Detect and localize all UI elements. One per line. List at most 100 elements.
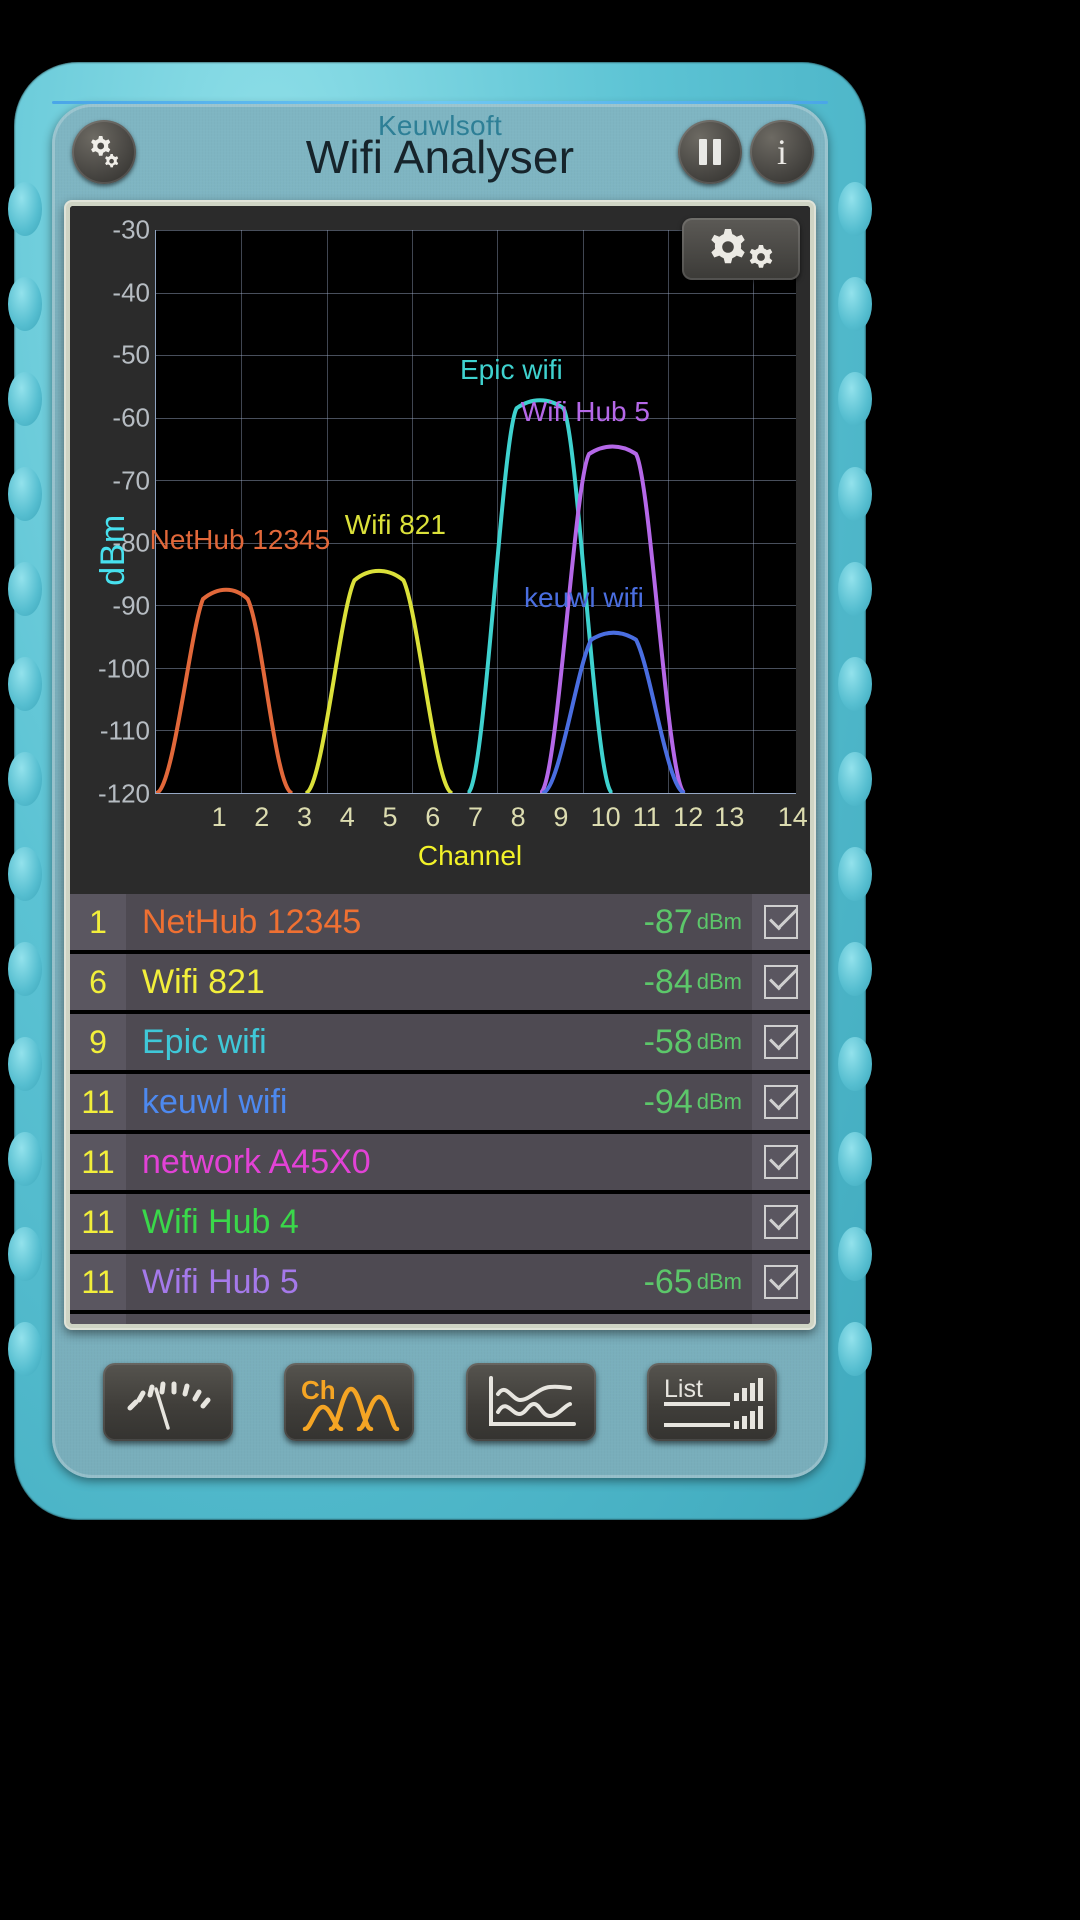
row-ssid: Wifi 821	[142, 962, 265, 1001]
x-tick-label: 8	[510, 802, 526, 832]
row-enable-checkbox[interactable]	[752, 1194, 810, 1250]
row-enable-checkbox[interactable]	[752, 1014, 810, 1070]
row-enable-checkbox[interactable]	[752, 1314, 810, 1324]
table-row[interactable]: 11 Wifi Hub 5 -65 dBm	[70, 1254, 810, 1310]
curve-label-wifi-821: Wifi 821	[344, 508, 446, 540]
list-icon: List	[663, 1375, 763, 1429]
signal-meter-view-button[interactable]	[103, 1363, 234, 1441]
gear-icon	[711, 229, 773, 268]
curve-label-nethub-12345: NetHub 12345	[149, 524, 331, 556]
curve-label-keuwl-wifi: keuwl wifi	[524, 581, 644, 613]
check-icon	[764, 1025, 798, 1059]
channel-icon: Ch	[301, 1375, 400, 1431]
curve-wifi-821	[305, 571, 452, 793]
device-case: Keuwlsoft Wifi Analyser i -30 -40 -50 -6…	[8, 62, 872, 1520]
channel-chart[interactable]: -30 -40 -50 -60 -70 -80 -90 -100 -110 -1…	[70, 206, 810, 894]
x-axis: 1 2 3 4 5 6 7 8 9 10 11 12 13 14	[155, 802, 808, 836]
case-bump	[838, 752, 872, 806]
gauge-icon	[127, 1381, 211, 1430]
row-level: -66	[644, 1323, 697, 1325]
app-header: Keuwlsoft Wifi Analyser i	[52, 104, 828, 196]
row-unit: dBm	[696, 1089, 742, 1114]
row-enable-checkbox[interactable]	[752, 894, 810, 950]
network-list[interactable]: 1 NetHub 12345 -87 dBm 6 Wifi 821 -84 dB…	[70, 894, 810, 1324]
gridline-h	[156, 793, 796, 794]
row-channel: 36	[70, 1314, 126, 1324]
row-unit: dBm	[696, 909, 742, 934]
case-bump	[838, 182, 872, 236]
table-row[interactable]: 11 keuwl wifi -94 dBm	[70, 1074, 810, 1130]
x-tick-label: 10	[590, 802, 621, 832]
case-bump	[8, 752, 42, 806]
row-unit: dBm	[696, 1029, 742, 1054]
chart-settings-button[interactable]	[682, 218, 800, 280]
y-tick-label: -60	[112, 402, 150, 433]
row-channel: 9	[70, 1014, 126, 1070]
case-bump	[838, 1227, 872, 1281]
x-tick-label: 7	[467, 802, 484, 832]
table-row[interactable]: 9 Epic wifi -58 dBm	[70, 1014, 810, 1070]
case-bump	[838, 372, 872, 426]
row-ssid: network A45X0	[142, 1142, 371, 1181]
channel-graph-view-button[interactable]: Ch	[284, 1363, 415, 1441]
plot-area: NetHub 12345 Wifi 821 Epic wifi Wifi Hub…	[150, 230, 796, 794]
case-bump	[838, 657, 872, 711]
y-tick-label: -40	[112, 277, 150, 308]
screenshot-root: Keuwlsoft Wifi Analyser i -30 -40 -50 -6…	[0, 0, 1080, 1920]
row-enable-checkbox[interactable]	[752, 1134, 810, 1190]
check-icon	[764, 1085, 798, 1119]
y-axis-title: dBm	[94, 514, 133, 586]
row-level: -58	[643, 1022, 693, 1061]
x-tick-label: 11	[632, 802, 661, 832]
y-tick-label: -30	[112, 214, 150, 245]
signal-curves	[156, 230, 796, 793]
x-axis-title: Channel	[417, 840, 523, 871]
case-bump	[8, 1227, 42, 1281]
table-row[interactable]: 11 Wifi Hub 4	[70, 1194, 810, 1250]
row-ssid: Wifi Hub 5	[142, 1262, 299, 1301]
table-row[interactable]: 36 Wifi Hub 6 -66 dBm	[70, 1314, 810, 1324]
time-graph-view-button[interactable]	[465, 1363, 596, 1441]
row-channel: 11	[70, 1074, 126, 1130]
row-unit: dBm	[696, 969, 742, 994]
case-bump	[8, 467, 42, 521]
table-row[interactable]: 1 NetHub 12345 -87 dBm	[70, 894, 810, 950]
row-enable-checkbox[interactable]	[752, 1254, 810, 1310]
x-tick-label: 5	[382, 802, 398, 832]
case-bump	[8, 182, 42, 236]
list-view-button[interactable]: List	[646, 1363, 777, 1441]
check-icon	[764, 1145, 798, 1179]
row-ssid: keuwl wifi	[142, 1082, 288, 1121]
table-row[interactable]: 6 Wifi 821 -84 dBm	[70, 954, 810, 1010]
x-tick-label: 13	[714, 802, 745, 832]
row-enable-checkbox[interactable]	[752, 954, 810, 1010]
pause-icon	[699, 139, 721, 165]
pause-button[interactable]	[678, 120, 742, 184]
row-ssid: Wifi Hub 6	[126, 1323, 644, 1325]
info-icon: i	[776, 132, 787, 172]
x-tick-label: 1	[211, 802, 227, 832]
y-tick-label: -70	[112, 465, 150, 496]
x-tick-label: 4	[339, 802, 355, 832]
row-ssid: Epic wifi	[142, 1022, 267, 1061]
row-enable-checkbox[interactable]	[752, 1074, 810, 1130]
row-ssid: NetHub 12345	[142, 902, 362, 941]
table-row[interactable]: 11 network A45X0	[70, 1134, 810, 1190]
case-bump	[838, 1132, 872, 1186]
info-button[interactable]: i	[750, 120, 814, 184]
case-bump	[838, 562, 872, 616]
y-tick-label: -90	[112, 590, 150, 621]
settings-button[interactable]	[72, 120, 136, 184]
row-channel: 11	[70, 1194, 126, 1250]
case-bump	[838, 847, 872, 901]
case-bump	[8, 1037, 42, 1091]
row-level: -94	[643, 1082, 693, 1121]
row-channel: 11	[70, 1254, 126, 1310]
x-tick-label: 9	[553, 802, 569, 832]
y-tick-label: -100	[97, 653, 150, 684]
gear-icon	[91, 136, 119, 168]
y-tick-label: -110	[99, 715, 150, 746]
row-level: -87	[643, 902, 693, 941]
x-axis-title-wrap: Channel	[70, 840, 810, 872]
check-icon	[764, 1265, 798, 1299]
